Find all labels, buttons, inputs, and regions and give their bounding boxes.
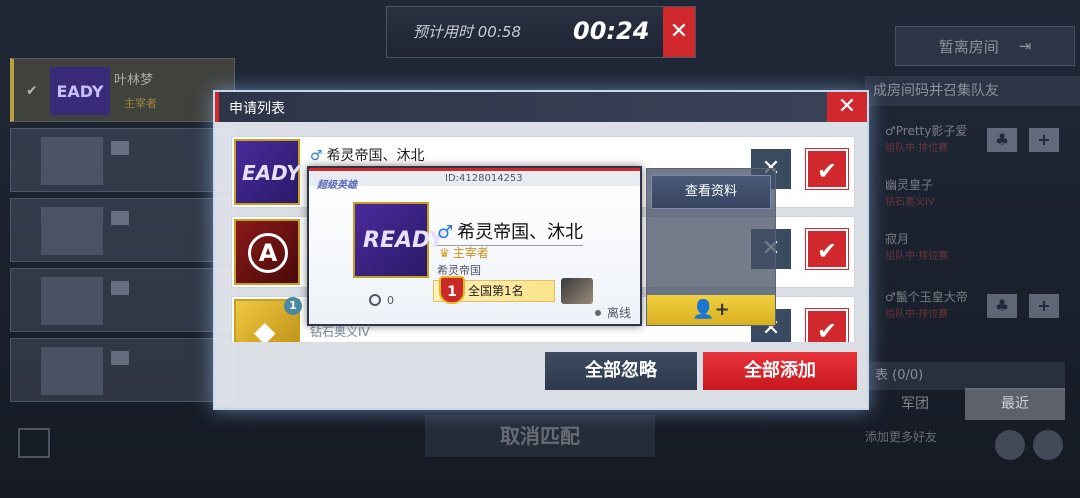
profile-name: ♂ 希灵帝国、沐北 bbox=[437, 218, 584, 246]
tab-recent: 最近 bbox=[965, 388, 1065, 420]
profile-avatar: READY bbox=[353, 202, 444, 278]
friend-item: 幽灵皇子 钻石奥义IV bbox=[865, 170, 1080, 222]
check-icon: ✔ bbox=[26, 83, 38, 99]
match-timer: 预计用时 00:58 00:24 ✕ bbox=[386, 6, 696, 58]
hero-portrait bbox=[561, 278, 593, 304]
requester-name-text: 希灵帝国、沐北 bbox=[326, 148, 425, 164]
add-friend-button[interactable]: 👤+ bbox=[647, 295, 775, 325]
friend-tabs: 军团 最近 bbox=[865, 388, 1065, 420]
friend-item: ♂鬣个玉皇大帝 组队中·排位赛 ♣ + bbox=[865, 282, 1080, 334]
avatar-frame-text: READY bbox=[363, 228, 445, 253]
exit-icon: ⇥ bbox=[1018, 37, 1032, 55]
team-slots-panel: ✔ EADY 叶林梦 主宰者 bbox=[10, 58, 235, 403]
requester-avatar[interactable]: EADY bbox=[234, 139, 301, 205]
add-friend-icon: 👤+ bbox=[692, 299, 730, 320]
slot-card-icon bbox=[111, 281, 129, 295]
stat-value: 0 bbox=[387, 294, 394, 307]
friend-item: ♂Pretty影子爱 组队中·排位赛 ♣ + bbox=[865, 116, 1080, 168]
friend-status: 组队中·排位赛 bbox=[885, 251, 949, 262]
player-id: ID:4128014253 bbox=[445, 173, 523, 184]
add-icon: + bbox=[1029, 294, 1059, 318]
close-dialog-button[interactable]: ✕ bbox=[827, 92, 867, 122]
male-icon: ♂ bbox=[310, 148, 323, 164]
chat-icon bbox=[18, 428, 50, 458]
requester-avatar[interactable]: ◆ 1 bbox=[234, 297, 302, 342]
team-icon: ♣ bbox=[987, 294, 1017, 318]
slot-card-icon bbox=[111, 351, 129, 365]
dismiss-room-button: 暂离房间 ⇥ bbox=[895, 26, 1075, 66]
online-status: 离线 bbox=[595, 304, 631, 321]
game-logo: 超级英雄 bbox=[317, 180, 357, 191]
friend-status: 钻石奥义IV bbox=[885, 197, 935, 208]
friend-name: 寂月 bbox=[885, 232, 910, 246]
accept-request-button[interactable]: ✔ bbox=[805, 308, 849, 342]
bell-icon bbox=[1033, 430, 1063, 460]
crown-icon: ♛ bbox=[439, 246, 450, 260]
requester-name: ♂ 希灵帝国、沐北 bbox=[310, 145, 425, 165]
cancel-match-button: 取消匹配 bbox=[425, 415, 655, 457]
dialog-header: 申请列表 ✕ bbox=[215, 92, 867, 122]
empty-slot-thumb bbox=[41, 277, 103, 325]
view-profile-button[interactable]: 查看资料 bbox=[651, 175, 771, 209]
invite-banner: 成房间码并召集队友 bbox=[865, 76, 1080, 106]
empty-slot-thumb bbox=[41, 137, 103, 185]
cancel-timer-button[interactable]: ✕ bbox=[663, 7, 695, 57]
empty-slot-thumb bbox=[41, 347, 103, 395]
friend-item: 寂月 组队中·排位赛 bbox=[865, 224, 1080, 276]
team-slot-5 bbox=[10, 338, 235, 402]
add-all-button[interactable]: 全部添加 bbox=[703, 352, 857, 390]
team-slot-4 bbox=[10, 268, 235, 332]
elapsed-time: 00:24 bbox=[573, 17, 650, 45]
dialog-title: 申请列表 bbox=[229, 101, 285, 117]
avengers-icon: A bbox=[248, 233, 288, 273]
friend-name: 幽灵皇子 bbox=[885, 178, 934, 192]
player-avatar: EADY bbox=[50, 67, 110, 115]
estimated-time: 预计用时 00:58 bbox=[413, 23, 521, 41]
profile-stat: 0 bbox=[369, 294, 394, 307]
team-slot-3 bbox=[10, 198, 235, 262]
slot-card-icon bbox=[111, 211, 129, 225]
friends-panel: 暂离房间 ⇥ 成房间码并召集队友 ♂Pretty影子爱 组队中·排位赛 ♣ + 幽… bbox=[865, 20, 1080, 498]
profile-title-text: 主宰者 bbox=[452, 246, 489, 260]
friend-list-count: 表 (0/0) bbox=[865, 362, 1065, 390]
status-dot-icon bbox=[595, 310, 601, 316]
accept-request-button[interactable]: ✔ bbox=[805, 228, 849, 270]
more-friends-link: 添加更多好友 bbox=[865, 430, 938, 444]
add-icon: + bbox=[1029, 128, 1059, 152]
profile-card-header: ID:4128014253 bbox=[309, 168, 640, 186]
diamond-icon: ◆ bbox=[254, 315, 276, 342]
team-icon: ♣ bbox=[987, 128, 1017, 152]
profile-action-menu: 查看资料 👤+ bbox=[646, 168, 776, 326]
wechat-icon bbox=[995, 430, 1025, 460]
player-name: 叶林梦 bbox=[114, 73, 154, 88]
profile-title: ♛ 主宰者 bbox=[439, 244, 489, 261]
dismiss-room-label: 暂离房间 bbox=[938, 37, 999, 56]
player-profile-card: ID:4128014253 超级英雄 READY ♂ 希灵帝国、沐北 ♛ 主宰者 希… bbox=[307, 166, 642, 326]
profile-name-text: 希灵帝国、沐北 bbox=[457, 222, 584, 243]
level-badge: 1 bbox=[284, 297, 302, 315]
avatar-frame-text: EADY bbox=[242, 161, 301, 185]
requester-avatar[interactable]: A bbox=[234, 219, 300, 285]
team-slot-2 bbox=[10, 128, 235, 192]
empty-slot-thumb bbox=[41, 207, 103, 255]
status-text: 离线 bbox=[607, 306, 632, 320]
team-slot-1: ✔ EADY 叶林梦 主宰者 bbox=[10, 58, 235, 122]
male-icon: ♂ bbox=[437, 222, 454, 243]
stat-icon bbox=[369, 294, 381, 306]
slot-card-icon bbox=[111, 141, 129, 155]
rank-badge-icon: 1 bbox=[439, 276, 465, 304]
accept-request-button[interactable]: ✔ bbox=[805, 148, 849, 190]
tab-legion: 军团 bbox=[901, 396, 929, 412]
player-title: 主宰者 bbox=[124, 97, 157, 110]
ignore-all-button[interactable]: 全部忽略 bbox=[545, 352, 697, 390]
